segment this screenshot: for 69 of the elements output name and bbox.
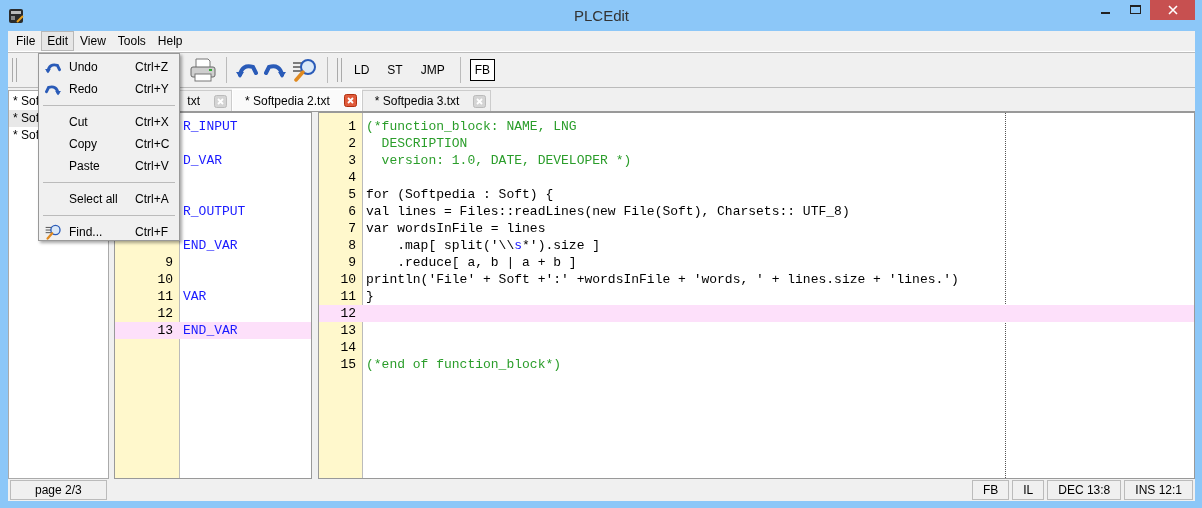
menu-item[interactable]: View bbox=[74, 31, 112, 51]
printer-icon[interactable] bbox=[189, 57, 217, 83]
line-number: 11 bbox=[340, 289, 356, 304]
line-number: 10 bbox=[157, 272, 173, 287]
line-number: 6 bbox=[348, 204, 356, 219]
tab[interactable]: * Softpedia 3.txt bbox=[361, 90, 492, 111]
app-icon bbox=[8, 7, 24, 24]
redo-icon bbox=[45, 82, 61, 96]
status-field: DEC 13:8 bbox=[1047, 480, 1122, 500]
line-number: 8 bbox=[348, 238, 356, 253]
code-line: } bbox=[366, 289, 374, 304]
line-number: 9 bbox=[165, 255, 173, 270]
line-number: 13 bbox=[340, 323, 356, 338]
line-number: 2 bbox=[348, 136, 356, 151]
code-line: (*end of function_block*) bbox=[366, 357, 562, 372]
undo-icon bbox=[45, 60, 61, 74]
tab[interactable]: * Softpedia 2.txt bbox=[232, 89, 362, 111]
line-number: 12 bbox=[340, 306, 356, 321]
line-number: 3 bbox=[348, 153, 356, 168]
line-number: 1 bbox=[348, 119, 356, 134]
menu-item[interactable]: File bbox=[10, 31, 42, 51]
status-field: page 2/3 bbox=[10, 480, 107, 500]
menu-item[interactable]: Undo Ctrl+Z bbox=[41, 56, 177, 78]
code-line: println('File' + Soft +':' +wordsInFile + 'words, ' + lines.size + 'lines.') bbox=[366, 272, 959, 287]
code-line: .reduce[ a, b | a + b ] bbox=[396, 255, 577, 270]
code-line: .map[ split('\\s*').size ] bbox=[396, 238, 601, 253]
code-line: R_OUTPUT bbox=[183, 204, 246, 219]
line-number: 4 bbox=[348, 170, 356, 185]
code-line: R_INPUT bbox=[183, 119, 238, 134]
line-number: 13 bbox=[157, 323, 173, 338]
maximize-icon bbox=[1129, 5, 1141, 15]
line-number: 15 bbox=[340, 357, 356, 372]
code-line: var wordsInFile = lines bbox=[366, 221, 546, 236]
fb-button[interactable]: FB bbox=[469, 59, 496, 81]
status-field: IL bbox=[1012, 480, 1045, 500]
close-icon[interactable] bbox=[343, 94, 357, 107]
menu-item[interactable]: Edit bbox=[41, 31, 75, 51]
line-number: 11 bbox=[157, 289, 173, 304]
code-line: END_VAR bbox=[183, 238, 238, 253]
code-line: for (Softpedia : Soft) { bbox=[366, 187, 554, 202]
code-line: END_VAR bbox=[183, 323, 238, 338]
minimize-icon bbox=[1100, 12, 1110, 14]
menu-item[interactable]: Help bbox=[151, 31, 189, 51]
find-icon bbox=[45, 224, 62, 240]
redo-icon[interactable] bbox=[264, 61, 286, 79]
find-icon[interactable] bbox=[292, 58, 318, 82]
code-line: VAR bbox=[183, 289, 207, 304]
code-line: D_VAR bbox=[183, 153, 222, 168]
code-line: version: 1.0, DATE, DEVELOPER *) bbox=[380, 153, 632, 168]
toolbar-button[interactable]: ST bbox=[381, 60, 409, 80]
close-icon bbox=[1167, 5, 1178, 15]
code-line: (*function_block: NAME, LNG bbox=[366, 119, 577, 134]
code-line: val lines = Files::readLines(new File(Soft), Charsets:: UTF_8) bbox=[366, 204, 850, 219]
toolbar-button[interactable]: LD bbox=[348, 60, 376, 80]
code-editor[interactable] bbox=[318, 112, 1195, 479]
line-number: 14 bbox=[340, 340, 356, 355]
toolbar-button[interactable]: JMP bbox=[414, 60, 451, 80]
line-number: 10 bbox=[340, 272, 356, 287]
status-field: INS 12:1 bbox=[1124, 480, 1193, 500]
line-number: 7 bbox=[348, 221, 356, 236]
window-title: PLCEdit bbox=[574, 7, 629, 24]
undo-icon[interactable] bbox=[236, 61, 258, 79]
code-line: DESCRIPTION bbox=[380, 136, 468, 151]
line-number: 9 bbox=[348, 255, 356, 270]
menu-item[interactable]: Redo Ctrl+Y bbox=[41, 78, 177, 100]
menu-item[interactable]: Tools bbox=[111, 31, 152, 51]
line-number: 5 bbox=[348, 187, 356, 202]
status-field: FB bbox=[971, 480, 1010, 500]
line-number: 12 bbox=[157, 306, 173, 321]
